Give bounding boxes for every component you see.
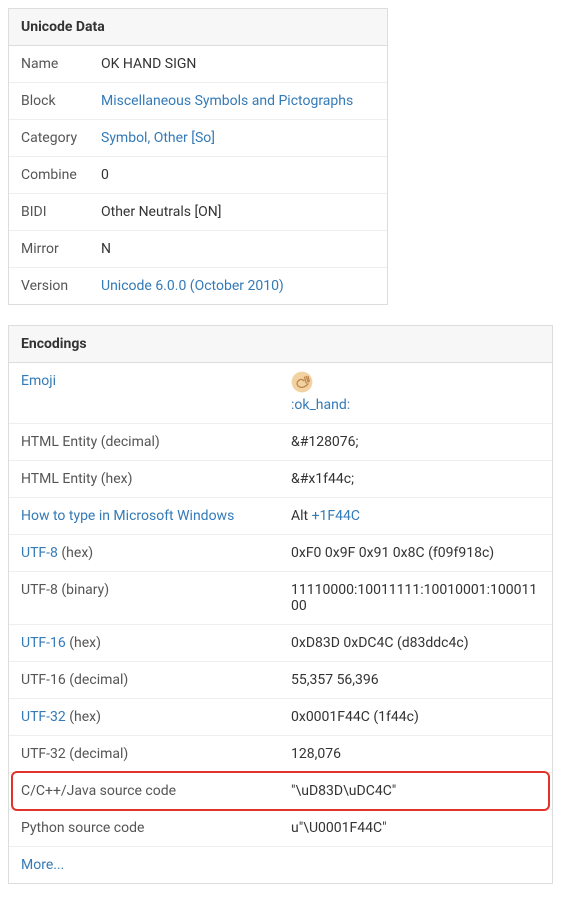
- more-link[interactable]: More...: [21, 857, 64, 873]
- row-key: UTF-8 (binary): [9, 572, 279, 624]
- category-link[interactable]: Symbol, Other [So]: [101, 130, 215, 146]
- alt-code-link[interactable]: +1F44C: [312, 508, 360, 524]
- row-key: UTF-16 (hex): [9, 625, 279, 661]
- row-val: 0x0001F44C (1f44c): [279, 699, 552, 735]
- unicode-data-panel: Unicode Data Name OK HAND SIGN Block Mis…: [8, 8, 388, 305]
- encodings-panel: Encodings Emoji :ok_hand: HTML Entity (d…: [8, 325, 553, 884]
- utf8-link[interactable]: UTF-8: [21, 545, 58, 561]
- emoji-cell: :ok_hand:: [279, 363, 552, 423]
- unicode-row-block: Block Miscellaneous Symbols and Pictogra…: [9, 83, 387, 120]
- unicode-row-name: Name OK HAND SIGN: [9, 46, 387, 83]
- encodings-title: Encodings: [9, 326, 552, 363]
- row-key: Version: [9, 268, 89, 304]
- row-val: 0: [89, 157, 387, 193]
- row-val: Other Neutrals [ON]: [89, 194, 387, 230]
- row-val: 11110000:10011111:10010001:10001100: [279, 572, 552, 624]
- unicode-row-version: Version Unicode 6.0.0 (October 2010): [9, 268, 387, 304]
- emoji-shortcode-link[interactable]: :ok_hand:: [291, 397, 350, 413]
- row-val: "\uD83D\uDC4C": [279, 773, 552, 809]
- row-key: Python source code: [9, 810, 279, 846]
- row-key: Category: [9, 120, 89, 156]
- row-key: HTML Entity (decimal): [9, 424, 279, 460]
- row-key: Combine: [9, 157, 89, 193]
- unicode-data-title: Unicode Data: [9, 9, 387, 46]
- row-val: N: [89, 231, 387, 267]
- row-key: UTF-32 (decimal): [9, 736, 279, 772]
- row-val: 0xF0 0x9F 0x91 0x8C (f09f918c): [279, 535, 552, 571]
- unicode-row-mirror: Mirror N: [9, 231, 387, 268]
- unicode-row-category: Category Symbol, Other [So]: [9, 120, 387, 157]
- encodings-row-utf16-dec: UTF-16 (decimal) 55,357 56,396: [9, 662, 552, 699]
- encodings-row-utf16-hex: UTF-16 (hex) 0xD83D 0xDC4C (d83ddc4c): [9, 625, 552, 662]
- row-val: 128,076: [279, 736, 552, 772]
- row-val: Alt +1F44C: [279, 498, 552, 534]
- row-key: UTF-8 (hex): [9, 535, 279, 571]
- row-key: BIDI: [9, 194, 89, 230]
- encodings-row-more: More...: [9, 847, 552, 883]
- utf32-link[interactable]: UTF-32: [21, 709, 66, 725]
- row-val: 55,357 56,396: [279, 662, 552, 698]
- row-val: &#x1f44c;: [279, 461, 552, 497]
- row-val: 0xD83D 0xDC4C (d83ddc4c): [279, 625, 552, 661]
- encodings-row-utf8-bin: UTF-8 (binary) 11110000:10011111:1001000…: [9, 572, 552, 625]
- row-val: OK HAND SIGN: [89, 46, 387, 82]
- row-key: C/C++/Java source code: [9, 773, 279, 809]
- unicode-row-bidi: BIDI Other Neutrals [ON]: [9, 194, 387, 231]
- row-val: u"\U0001F44C": [279, 810, 552, 846]
- row-val: &#128076;: [279, 424, 552, 460]
- encodings-row-utf8-hex: UTF-8 (hex) 0xF0 0x9F 0x91 0x8C (f09f918…: [9, 535, 552, 572]
- windows-howto-link[interactable]: How to type in Microsoft Windows: [21, 508, 234, 524]
- encodings-row-python: Python source code u"\U0001F44C": [9, 810, 552, 847]
- row-key: Name: [9, 46, 89, 82]
- encodings-row-html-dec: HTML Entity (decimal) &#128076;: [9, 424, 552, 461]
- row-key: Mirror: [9, 231, 89, 267]
- encodings-row-c-java: C/C++/Java source code "\uD83D\uDC4C": [9, 773, 552, 810]
- encodings-row-emoji: Emoji :ok_hand:: [9, 363, 552, 424]
- encodings-row-html-hex: HTML Entity (hex) &#x1f44c;: [9, 461, 552, 498]
- block-link[interactable]: Miscellaneous Symbols and Pictographs: [101, 93, 353, 109]
- ok-hand-icon: [291, 371, 313, 393]
- unicode-row-combine: Combine 0: [9, 157, 387, 194]
- encodings-row-utf32-dec: UTF-32 (decimal) 128,076: [9, 736, 552, 773]
- encodings-row-utf32-hex: UTF-32 (hex) 0x0001F44C (1f44c): [9, 699, 552, 736]
- version-link[interactable]: Unicode 6.0.0 (October 2010): [101, 278, 284, 294]
- row-key: UTF-16 (decimal): [9, 662, 279, 698]
- row-key: HTML Entity (hex): [9, 461, 279, 497]
- encodings-row-ms-windows: How to type in Microsoft Windows Alt +1F…: [9, 498, 552, 535]
- utf16-link[interactable]: UTF-16: [21, 635, 66, 651]
- emoji-key-link[interactable]: Emoji: [21, 373, 56, 389]
- row-key: UTF-32 (hex): [9, 699, 279, 735]
- row-key: Block: [9, 83, 89, 119]
